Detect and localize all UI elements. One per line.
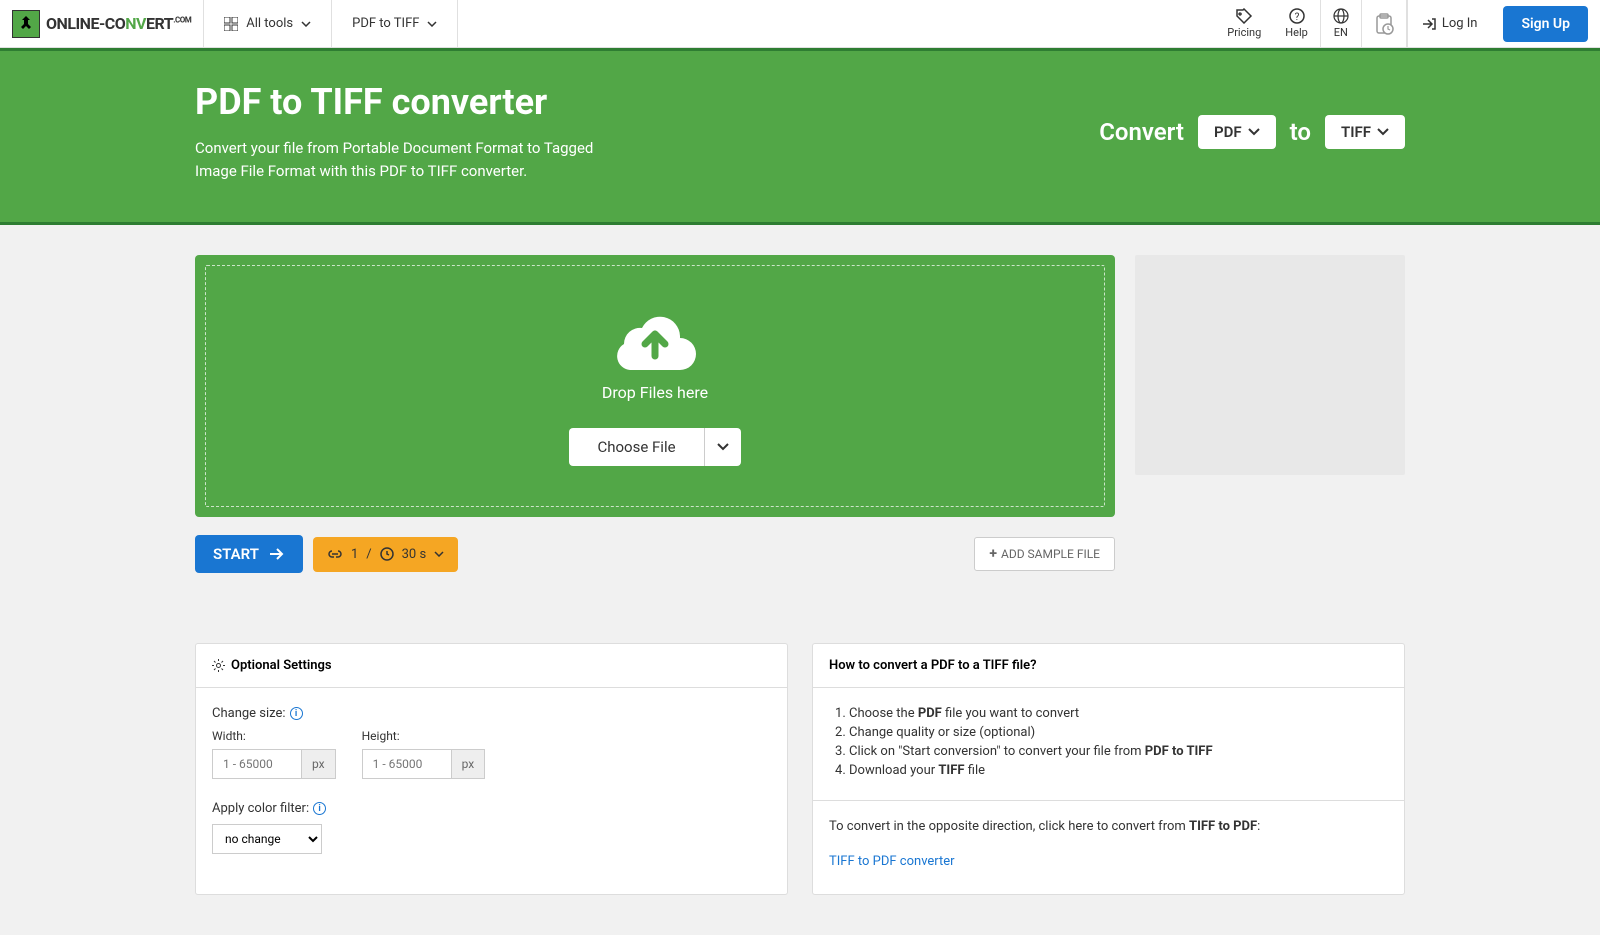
nav-help[interactable]: ? Help <box>1273 0 1320 47</box>
login-button[interactable]: Log In <box>1407 0 1492 47</box>
howto-step-1: Choose the PDF file you want to convert <box>849 706 1388 721</box>
nav-language[interactable]: EN <box>1320 0 1361 47</box>
tag-icon <box>1235 8 1253 24</box>
help-icon: ? <box>1289 8 1305 24</box>
chevron-down-icon <box>434 551 444 557</box>
howto-panel: How to convert a PDF to a TIFF file? Cho… <box>812 643 1405 895</box>
change-size-label: Change size: <box>212 706 286 721</box>
howto-step-2: Change quality or size (optional) <box>849 725 1388 740</box>
arrow-right-icon <box>269 547 285 561</box>
nav-all-tools-label: All tools <box>246 16 293 31</box>
color-filter-select[interactable]: no change <box>212 824 322 854</box>
nav-pdf-to-tiff-label: PDF to TIFF <box>352 16 419 31</box>
signup-button[interactable]: Sign Up <box>1503 6 1588 42</box>
ad-slot <box>1135 255 1405 475</box>
start-label: START <box>213 545 259 563</box>
height-input[interactable] <box>362 749 452 779</box>
add-sample-button[interactable]: + ADD SAMPLE FILE <box>974 537 1115 571</box>
page-title: PDF to TIFF converter <box>195 81 635 123</box>
choose-file-button[interactable]: Choose File <box>569 428 703 466</box>
from-format-select[interactable]: PDF <box>1198 115 1276 149</box>
logo-icon <box>12 10 40 38</box>
add-sample-label: ADD SAMPLE FILE <box>1001 547 1100 561</box>
chevron-down-icon <box>427 21 437 27</box>
svg-text:?: ? <box>1294 12 1299 23</box>
grid-icon <box>224 17 238 31</box>
choose-file-dropdown[interactable] <box>704 428 741 466</box>
limit-time: 30 s <box>402 547 427 562</box>
howto-step-4: Download your TIFF file <box>849 763 1388 778</box>
nav-pricing-label: Pricing <box>1227 26 1261 39</box>
nav-language-label: EN <box>1334 26 1348 39</box>
logo[interactable]: ONLINE-CONVERT.COM <box>0 0 203 47</box>
logo-text: ONLINE-CONVERT.COM <box>46 14 191 33</box>
page-description: Convert your file from Portable Document… <box>195 137 635 182</box>
clock-icon <box>380 547 394 561</box>
height-unit: px <box>452 749 486 779</box>
link-icon <box>327 549 343 559</box>
limit-count: 1 <box>351 547 358 562</box>
file-dropzone[interactable]: Drop Files here Choose File <box>195 255 1115 517</box>
color-filter-label: Apply color filter: <box>212 801 309 816</box>
chevron-down-icon <box>301 21 311 27</box>
cloud-upload-icon <box>610 306 700 371</box>
gear-icon <box>212 659 225 672</box>
clipboard-history-icon <box>1374 13 1394 35</box>
chevron-down-icon <box>1248 128 1260 136</box>
reverse-link[interactable]: TIFF to PDF converter <box>829 854 955 869</box>
chevron-down-icon <box>717 443 729 451</box>
convert-label: Convert <box>1099 118 1184 146</box>
start-button[interactable]: START <box>195 535 303 573</box>
reverse-text: To convert in the opposite direction, cl… <box>829 819 1388 834</box>
drop-text: Drop Files here <box>602 383 708 402</box>
info-icon[interactable]: i <box>290 707 303 720</box>
width-input[interactable] <box>212 749 302 779</box>
to-format-select[interactable]: TIFF <box>1325 115 1405 149</box>
globe-icon <box>1333 8 1349 24</box>
width-label: Width: <box>212 729 336 743</box>
nav-clipboard[interactable] <box>1361 0 1407 47</box>
chevron-down-icon <box>1377 128 1389 136</box>
login-label: Log In <box>1442 16 1478 31</box>
login-icon <box>1422 17 1436 31</box>
nav-help-label: Help <box>1285 26 1308 39</box>
from-format-value: PDF <box>1214 123 1242 141</box>
howto-step-3: Click on "Start conversion" to convert y… <box>849 744 1388 759</box>
howto-header-label: How to convert a PDF to a TIFF file? <box>829 658 1036 673</box>
info-icon[interactable]: i <box>313 802 326 815</box>
to-format-value: TIFF <box>1341 123 1371 141</box>
nav-all-tools[interactable]: All tools <box>203 0 331 47</box>
height-label: Height: <box>362 729 486 743</box>
plus-icon: + <box>989 546 997 562</box>
nav-pdf-to-tiff[interactable]: PDF to TIFF <box>331 0 458 47</box>
width-unit: px <box>302 749 336 779</box>
optional-settings-panel: Optional Settings Change size: i Width: … <box>195 643 788 895</box>
settings-header-label: Optional Settings <box>231 658 332 673</box>
nav-pricing[interactable]: Pricing <box>1215 0 1273 47</box>
to-label: to <box>1290 118 1311 146</box>
limits-button[interactable]: 1 / 30 s <box>313 537 458 572</box>
